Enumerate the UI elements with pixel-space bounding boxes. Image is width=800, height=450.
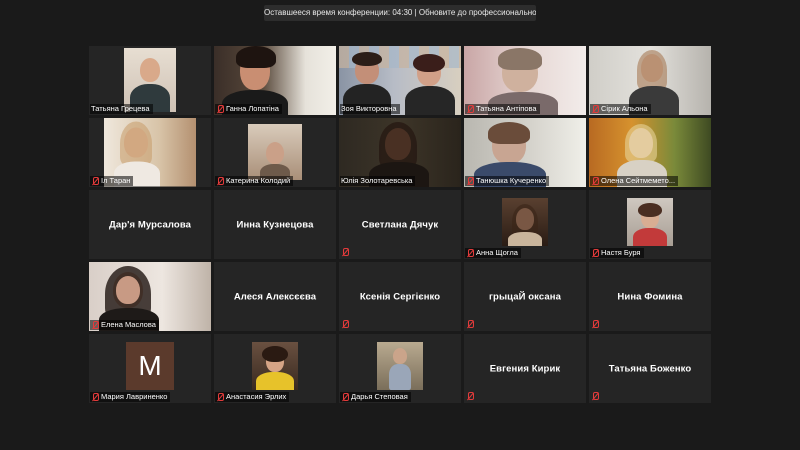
participant-avatar: [377, 342, 423, 390]
participant-tile[interactable]: Татьяна Антіпова: [464, 46, 586, 115]
participant-tile[interactable]: Ганна Лопатіна: [214, 46, 336, 115]
participant-tile[interactable]: Дар'я Мурсалова: [89, 190, 211, 259]
participant-video: [124, 48, 176, 112]
participant-avatar: [252, 342, 298, 390]
participant-name-tag: Олена Сейтмемето...: [590, 176, 679, 186]
participant-name-tag: Іл Таран: [90, 176, 134, 186]
mic-muted-icon: [466, 248, 474, 258]
mic-muted-icon: [341, 392, 349, 402]
participant-tile[interactable]: Елена Маслова: [89, 262, 211, 331]
participant-tile[interactable]: Сірик Альона: [589, 46, 711, 115]
participant-name: Евгения Кирик: [489, 363, 561, 374]
mic-muted-icon: [466, 320, 474, 329]
participant-avatar: M: [126, 342, 174, 390]
participant-name: Нина Фомина: [617, 291, 683, 302]
participant-name: Ксенія Сергієнко: [359, 291, 441, 302]
participant-tile[interactable]: Настя Буря: [589, 190, 711, 259]
participant-name-tag: Елена Маслова: [90, 320, 159, 330]
participant-avatar: [502, 198, 548, 246]
participant-tile[interactable]: M Мария Лавриненко: [89, 334, 211, 403]
mic-muted-icon: [91, 392, 99, 402]
participant-tile[interactable]: Алеся Алексєєва: [214, 262, 336, 331]
meeting-time-banner[interactable]: Оставшееся время конференции: 04:30 | Об…: [264, 5, 536, 21]
mic-muted-icon: [591, 176, 599, 186]
participant-name-tag: Танюшка Кучеренко: [465, 176, 550, 186]
participant-tile[interactable]: Татьяна Грецева: [89, 46, 211, 115]
participant-tile[interactable]: Дарья Степовая: [339, 334, 461, 403]
mic-muted-icon: [466, 176, 474, 186]
mic-muted-icon: [91, 176, 99, 186]
participant-name-tag: Ганна Лопатіна: [215, 104, 282, 114]
participant-name-tag: Анастасия Эрлих: [215, 392, 290, 402]
participant-tile[interactable]: Татьяна Боженко: [589, 334, 711, 403]
mic-muted-icon: [91, 320, 99, 330]
mic-muted-icon: [466, 104, 474, 114]
participant-name-tag: Зоя Викторовна: [340, 104, 400, 114]
participant-tile[interactable]: Инна Кузнецова: [214, 190, 336, 259]
participant-name-tag: Катерина Колодий: [215, 176, 294, 186]
participant-tile[interactable]: Светлана Дячук: [339, 190, 461, 259]
participant-tile[interactable]: грыцаЙ оксана: [464, 262, 586, 331]
participant-tile[interactable]: Танюшка Кучеренко: [464, 118, 586, 187]
mic-muted-icon: [591, 392, 599, 401]
participant-tile[interactable]: Олена Сейтмемето...: [589, 118, 711, 187]
participant-name-tag: Анна Щогла: [465, 248, 521, 258]
mic-muted-icon: [591, 320, 599, 329]
participant-name: Светлана Дячук: [361, 219, 439, 230]
participant-name: Алеся Алексєєва: [233, 291, 317, 302]
avatar-letter: M: [126, 342, 174, 390]
participant-name: Татьяна Боженко: [608, 363, 692, 374]
participant-name-tag: Настя Буря: [590, 248, 644, 258]
participant-tile-active-speaker[interactable]: Юлія Золотаревська: [339, 118, 461, 187]
mic-muted-icon: [591, 248, 599, 258]
mic-muted-icon: [216, 392, 224, 402]
mic-muted-icon: [216, 104, 224, 114]
participant-name-tag: Дарья Степовая: [340, 392, 411, 402]
participant-name: Дар'я Мурсалова: [108, 219, 192, 230]
participant-name-tag: Татьяна Антіпова: [465, 104, 540, 114]
participant-name-tag: Мария Лавриненко: [90, 392, 171, 402]
participant-tile[interactable]: Анна Щогла: [464, 190, 586, 259]
participant-name: грыцаЙ оксана: [488, 291, 562, 302]
participant-name: Инна Кузнецова: [236, 219, 314, 230]
mic-muted-icon: [591, 104, 599, 114]
mic-muted-icon: [216, 176, 224, 186]
mic-muted-icon: [341, 320, 349, 329]
participant-tile[interactable]: Анастасия Эрлих: [214, 334, 336, 403]
participant-tile[interactable]: Іл Таран: [89, 118, 211, 187]
mic-muted-icon: [466, 392, 474, 401]
participant-name-tag: Сірик Альона: [590, 104, 651, 114]
participant-name-tag: Юлія Золотаревська: [340, 176, 416, 186]
mic-muted-icon: [341, 248, 349, 257]
participant-name-tag: Татьяна Грецева: [90, 104, 153, 114]
participant-tile[interactable]: Нина Фомина: [589, 262, 711, 331]
participant-tile[interactable]: Катерина Колодий: [214, 118, 336, 187]
participant-tile[interactable]: Зоя Викторовна: [339, 46, 461, 115]
participant-video: [248, 124, 302, 180]
gallery-grid: Татьяна Грецева Ганна Лопатіна Зоя Викто…: [89, 46, 711, 403]
participant-tile[interactable]: Ксенія Сергієнко: [339, 262, 461, 331]
participant-avatar: [627, 198, 673, 246]
participant-tile[interactable]: Евгения Кирик: [464, 334, 586, 403]
